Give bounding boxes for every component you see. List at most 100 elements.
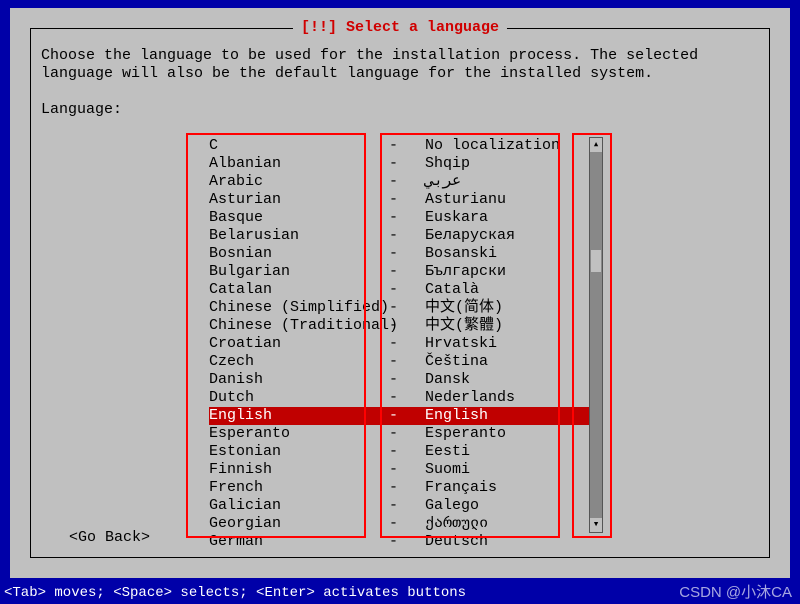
separator: -: [389, 353, 425, 371]
list-item[interactable]: French- Français: [209, 479, 599, 497]
language-native-name: 中文(繁體): [425, 317, 599, 335]
language-native-name: Čeština: [425, 353, 599, 371]
watermark: CSDN @小沐CA: [679, 584, 792, 602]
language-english-name: Dutch: [209, 389, 389, 407]
language-english-name: Finnish: [209, 461, 389, 479]
language-english-name: Bosnian: [209, 245, 389, 263]
list-item[interactable]: Croatian- Hrvatski: [209, 335, 599, 353]
separator: -: [389, 425, 425, 443]
language-native-name: Dansk: [425, 371, 599, 389]
list-item[interactable]: English- English: [209, 407, 599, 425]
language-list[interactable]: C- No localizationAlbanian- ShqipArabic-…: [209, 137, 599, 551]
language-english-name: Albanian: [209, 155, 389, 173]
scroll-up-arrow[interactable]: ▴: [590, 138, 602, 152]
separator: -: [389, 515, 425, 533]
separator: -: [389, 317, 425, 335]
separator: -: [389, 155, 425, 173]
language-english-name: Croatian: [209, 335, 389, 353]
list-item[interactable]: Dutch- Nederlands: [209, 389, 599, 407]
language-native-name: No localization: [425, 137, 599, 155]
scrollbar[interactable]: ▴ ▾: [589, 137, 603, 533]
separator: -: [389, 461, 425, 479]
language-english-name: Czech: [209, 353, 389, 371]
separator: -: [389, 173, 425, 191]
language-native-name: Català: [425, 281, 599, 299]
language-native-name: Asturianu: [425, 191, 599, 209]
list-item[interactable]: Asturian- Asturianu: [209, 191, 599, 209]
separator: -: [389, 335, 425, 353]
list-item[interactable]: Czech- Čeština: [209, 353, 599, 371]
language-native-name: Български: [425, 263, 599, 281]
list-item[interactable]: Basque- Euskara: [209, 209, 599, 227]
language-english-name: Asturian: [209, 191, 389, 209]
list-item[interactable]: Georgian- ქართული: [209, 515, 599, 533]
scroll-down-arrow[interactable]: ▾: [590, 518, 602, 532]
separator: -: [389, 371, 425, 389]
language-english-name: Belarusian: [209, 227, 389, 245]
language-english-name: German: [209, 533, 389, 551]
language-native-name: Hrvatski: [425, 335, 599, 353]
list-item[interactable]: Albanian- Shqip: [209, 155, 599, 173]
language-english-name: Catalan: [209, 281, 389, 299]
list-item[interactable]: Arabic- عربي: [209, 173, 599, 191]
separator: -: [389, 299, 425, 317]
language-native-name: Euskara: [425, 209, 599, 227]
dialog-border: [!!] Select a language Choose the langua…: [30, 28, 770, 558]
list-item[interactable]: Danish- Dansk: [209, 371, 599, 389]
list-item[interactable]: Belarusian- Беларуская: [209, 227, 599, 245]
language-english-name: Chinese (Traditional): [209, 317, 389, 335]
language-english-name: Estonian: [209, 443, 389, 461]
language-native-name: ქართული: [425, 515, 599, 533]
separator: -: [389, 479, 425, 497]
language-native-name: Suomi: [425, 461, 599, 479]
scroll-thumb[interactable]: [591, 250, 601, 272]
list-item[interactable]: Chinese (Traditional)- 中文(繁體): [209, 317, 599, 335]
language-native-name: 中文(简体): [425, 299, 599, 317]
separator: -: [389, 263, 425, 281]
list-item[interactable]: Catalan- Català: [209, 281, 599, 299]
separator: -: [389, 137, 425, 155]
language-native-name: English: [425, 407, 599, 425]
language-english-name: Galician: [209, 497, 389, 515]
language-english-name: Georgian: [209, 515, 389, 533]
language-english-name: English: [209, 407, 389, 425]
separator: -: [389, 209, 425, 227]
language-native-name: Nederlands: [425, 389, 599, 407]
language-native-name: Shqip: [425, 155, 599, 173]
dialog-panel: [!!] Select a language Choose the langua…: [10, 8, 790, 578]
language-label: Language:: [41, 101, 122, 119]
list-item[interactable]: Esperanto- Esperanto: [209, 425, 599, 443]
separator: -: [389, 389, 425, 407]
language-native-name: Bosanski: [425, 245, 599, 263]
separator: -: [389, 227, 425, 245]
list-item[interactable]: Finnish- Suomi: [209, 461, 599, 479]
list-item[interactable]: Chinese (Simplified)- 中文(简体): [209, 299, 599, 317]
dialog-title: [!!] Select a language: [293, 19, 507, 37]
list-item[interactable]: Galician- Galego: [209, 497, 599, 515]
language-english-name: Arabic: [209, 173, 389, 191]
language-native-name: Беларуская: [425, 227, 599, 245]
separator: -: [389, 191, 425, 209]
separator: -: [389, 281, 425, 299]
separator: -: [389, 245, 425, 263]
separator: -: [389, 533, 425, 551]
separator: -: [389, 407, 425, 425]
list-item[interactable]: Bosnian- Bosanski: [209, 245, 599, 263]
language-native-name: Galego: [425, 497, 599, 515]
language-native-name: Eesti: [425, 443, 599, 461]
go-back-button[interactable]: <Go Back>: [69, 529, 150, 547]
separator: -: [389, 443, 425, 461]
language-english-name: C: [209, 137, 389, 155]
language-english-name: Basque: [209, 209, 389, 227]
list-item[interactable]: C- No localization: [209, 137, 599, 155]
list-item[interactable]: Bulgarian- Български: [209, 263, 599, 281]
language-native-name: Esperanto: [425, 425, 599, 443]
list-item[interactable]: German- Deutsch: [209, 533, 599, 551]
language-native-name: Français: [425, 479, 599, 497]
language-english-name: Esperanto: [209, 425, 389, 443]
language-english-name: Chinese (Simplified): [209, 299, 389, 317]
list-item[interactable]: Estonian- Eesti: [209, 443, 599, 461]
language-english-name: Danish: [209, 371, 389, 389]
language-native-name: عربي: [425, 173, 599, 191]
language-native-name: Deutsch: [425, 533, 599, 551]
